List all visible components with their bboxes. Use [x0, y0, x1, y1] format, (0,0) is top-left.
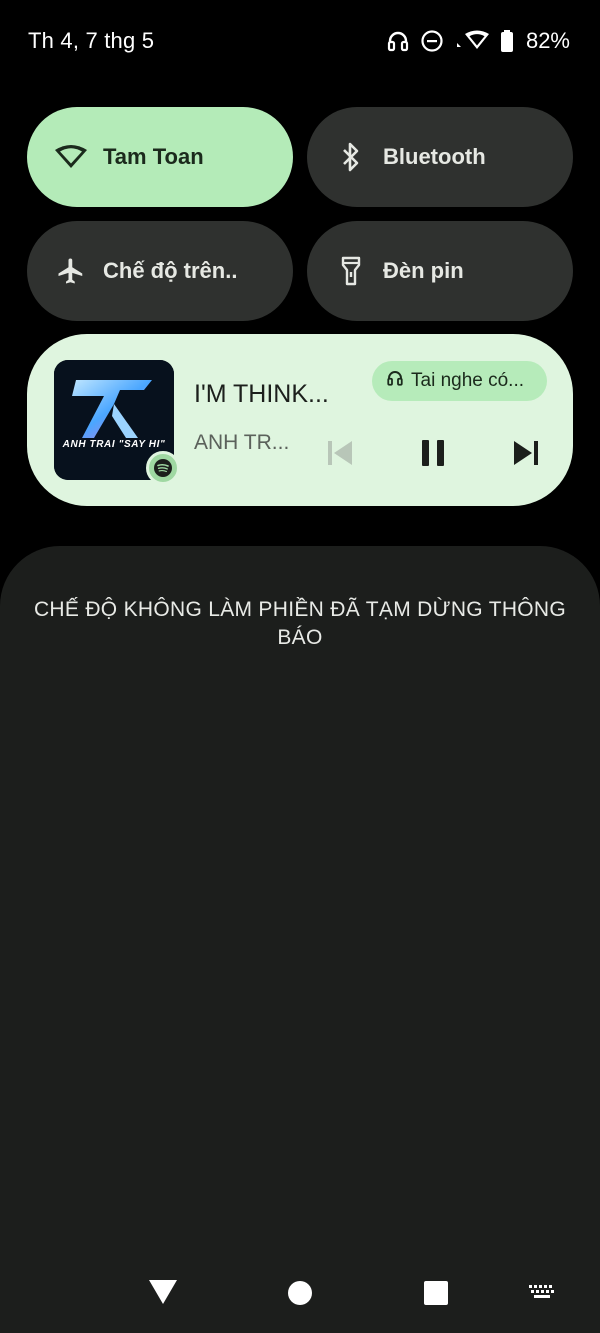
tile-wifi[interactable]: Tam Toan	[27, 107, 293, 207]
previous-icon	[328, 441, 352, 465]
tile-flashlight[interactable]: Đèn pin	[307, 221, 573, 321]
output-device-chip[interactable]: Tai nghe có...	[372, 361, 547, 401]
next-icon	[514, 441, 538, 465]
battery-percent: 82%	[525, 28, 570, 53]
back-button[interactable]	[143, 1272, 183, 1312]
airplane-icon	[53, 253, 89, 289]
back-triangle-icon	[149, 1280, 177, 1304]
tile-label: Bluetooth	[383, 144, 486, 169]
tile-airplane-mode[interactable]: Chế độ trên..	[27, 221, 293, 321]
status-icons: 82%	[386, 28, 570, 54]
recents-button[interactable]	[416, 1273, 456, 1313]
flashlight-icon	[333, 253, 369, 289]
wifi-icon	[53, 139, 89, 175]
status-date: Th 4, 7 thg 5	[28, 28, 155, 53]
spotify-icon	[146, 451, 180, 485]
tile-label: Đèn pin	[383, 258, 464, 283]
tile-bluetooth[interactable]: Bluetooth	[307, 107, 573, 207]
tile-label: Chế độ trên..	[103, 258, 238, 283]
pause-button[interactable]	[411, 431, 455, 475]
dnd-message: CHẾ ĐỘ KHÔNG LÀM PHIỀN ĐÃ TẠM DỪNG THÔNG…	[33, 598, 567, 649]
bluetooth-icon	[333, 139, 369, 175]
tile-label: Tam Toan	[103, 144, 204, 169]
media-player-card[interactable]: ANH TRAI "SAY HI" I'M THINK... ANH TR...…	[27, 334, 573, 506]
media-title: I'M THINK...	[194, 380, 329, 408]
home-button[interactable]	[280, 1273, 320, 1313]
notification-panel: CHẾ ĐỘ KHÔNG LÀM PHIỀN ĐÃ TẠM DỪNG THÔNG…	[0, 546, 600, 1333]
keyboard-icon	[529, 1285, 554, 1298]
do-not-disturb-icon	[420, 29, 444, 53]
battery-icon	[500, 29, 514, 53]
pause-icon	[422, 440, 444, 466]
next-button[interactable]	[504, 431, 548, 475]
output-device-label: Tai nghe có...	[411, 370, 525, 391]
wifi-icon	[454, 29, 490, 53]
status-bar: Th 4, 7 thg 5 82%	[0, 0, 600, 82]
previous-button[interactable]	[318, 431, 362, 475]
headphones-icon	[386, 369, 411, 393]
recents-square-icon	[424, 1281, 448, 1305]
home-circle-icon	[288, 1281, 312, 1305]
keyboard-button[interactable]	[522, 1278, 562, 1308]
album-art-text: ANH TRAI "SAY HI"	[62, 439, 166, 450]
headphones-icon	[386, 29, 410, 53]
media-artist: ANH TR...	[194, 431, 290, 454]
